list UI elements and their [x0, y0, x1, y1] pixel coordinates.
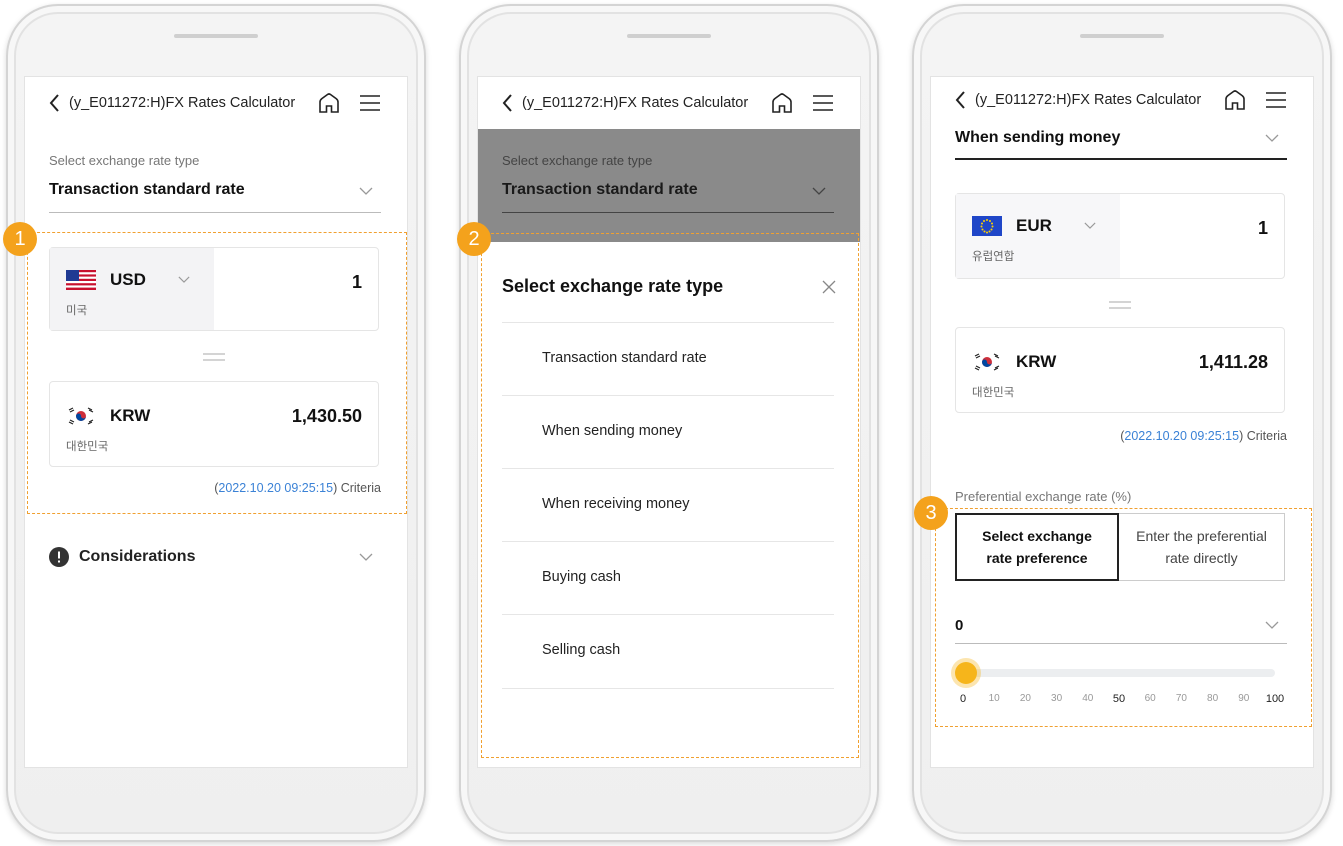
home-icon[interactable] — [317, 91, 341, 115]
app-header: (y_E011272:H)FX Rates Calculator — [478, 77, 860, 129]
callout-box-3 — [935, 508, 1312, 727]
currency-picker[interactable]: EUR 유럽연합 — [956, 194, 1120, 278]
rate-type-label: Select exchange rate type — [49, 153, 200, 168]
amount-input[interactable]: 1 — [1258, 218, 1268, 239]
page-title: (y_E011272:H)FX Rates Calculator — [69, 95, 296, 111]
speaker — [174, 34, 258, 38]
home-icon[interactable] — [1223, 88, 1247, 112]
back-icon[interactable] — [500, 91, 516, 115]
chevron-down-icon[interactable] — [1265, 134, 1279, 142]
kr-flag-icon — [972, 352, 1002, 372]
chevron-down-icon[interactable] — [1084, 222, 1096, 229]
equals-icon — [1109, 301, 1131, 309]
chevron-down-icon — [812, 187, 826, 195]
menu-icon[interactable] — [359, 93, 381, 113]
rate-timestamp: 2022.10.20 09:25:15 — [1124, 429, 1240, 443]
page-title: (y_E011272:H)FX Rates Calculator — [975, 92, 1202, 108]
rate-type-select: Transaction standard rate — [502, 181, 698, 198]
rate-type-select[interactable]: When sending money — [955, 129, 1120, 147]
menu-icon[interactable] — [812, 93, 834, 113]
rate-type-label: Select exchange rate type — [502, 153, 653, 168]
preferential-rate-label: Preferential exchange rate (%) — [955, 489, 1132, 504]
app-header: (y_E011272:H)FX Rates Calculator — [931, 77, 1313, 123]
menu-icon[interactable] — [1265, 90, 1287, 110]
chevron-down-icon[interactable] — [359, 553, 373, 561]
considerations-label: Considerations — [79, 548, 196, 565]
currency-code: KRW — [1016, 352, 1057, 371]
considerations-row[interactable]: Considerations — [49, 545, 381, 571]
back-icon[interactable] — [953, 88, 969, 112]
exclamation-icon — [49, 547, 69, 567]
callout-box-1 — [27, 232, 407, 514]
page-title: (y_E011272:H)FX Rates Calculator — [522, 95, 749, 111]
speaker — [1080, 34, 1164, 38]
app-header: (y_E011272:H)FX Rates Calculator — [25, 77, 407, 129]
select-underline — [955, 158, 1287, 160]
rate-type-select[interactable]: Transaction standard rate — [49, 181, 245, 199]
currency-code: EUR — [1016, 216, 1052, 235]
speaker — [627, 34, 711, 38]
currency-country: 대한민국 — [972, 387, 1015, 399]
select-underline — [502, 212, 834, 213]
eu-flag-icon — [972, 216, 1002, 236]
converted-amount: 1,411.28 — [1198, 352, 1268, 372]
step-badge-2: 2 — [457, 222, 491, 256]
callout-box-2 — [481, 233, 859, 758]
to-currency-box: KRW 대한민국 1,411.28 — [955, 327, 1285, 413]
home-icon[interactable] — [770, 91, 794, 115]
step-badge-3: 3 — [914, 496, 948, 530]
chevron-down-icon[interactable] — [359, 187, 373, 195]
select-underline — [49, 212, 381, 213]
from-currency-box: EUR 유럽연합 1 — [955, 193, 1285, 279]
step-badge-1: 1 — [3, 222, 37, 256]
rate-criteria: (2022.10.20 09:25:15) Criteria — [1120, 429, 1287, 443]
currency-country: 유럽연합 — [972, 251, 1015, 263]
back-icon[interactable] — [47, 91, 63, 115]
